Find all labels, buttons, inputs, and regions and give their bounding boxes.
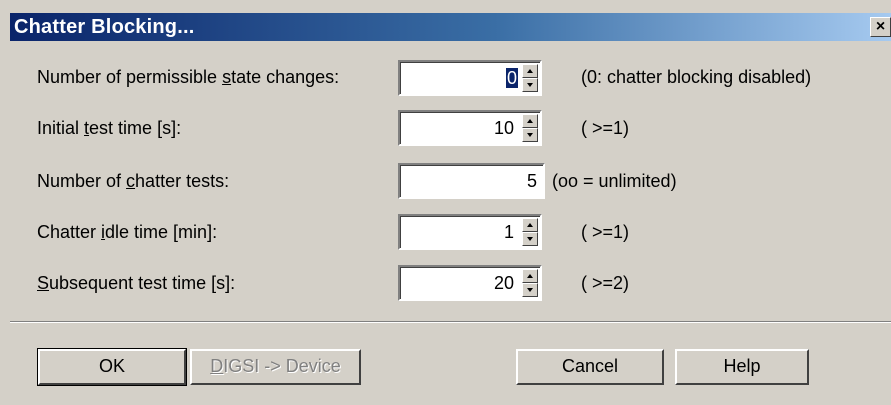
chatter-blocking-dialog: Chatter Blocking... × Number of permissi… (0, 0, 891, 405)
spin-down-icon[interactable] (522, 78, 538, 92)
spin-up-icon[interactable] (522, 269, 538, 283)
permissible-state-changes-value: 0 (505, 68, 518, 88)
cancel-button[interactable]: Cancel (516, 349, 664, 385)
number-of-chatter-tests-field[interactable]: 5 (398, 163, 545, 199)
number-of-chatter-tests-hint: (oo = unlimited) (552, 171, 677, 191)
spin-down-icon[interactable] (522, 128, 538, 142)
ok-button[interactable]: OK (37, 348, 187, 386)
number-of-chatter-tests-value: 5 (526, 171, 537, 191)
initial-test-time-value: 10 (493, 118, 514, 138)
label-permissible-state-changes: Number of permissible state changes: (37, 67, 340, 87)
spin-up-icon[interactable] (522, 64, 538, 78)
subsequent-test-time-spinner[interactable] (522, 269, 538, 297)
label-initial-test-time: Initial test time [s]: (37, 118, 182, 138)
chatter-idle-time-spinner[interactable] (522, 218, 538, 246)
chatter-idle-time-value: 1 (503, 222, 514, 242)
chatter-idle-time-hint: ( >=1) (581, 222, 630, 242)
spin-down-icon[interactable] (522, 232, 538, 246)
subsequent-test-time-field[interactable]: 20 (398, 265, 542, 301)
subsequent-test-time-hint: ( >=2) (581, 273, 630, 293)
title-bar[interactable]: Chatter Blocking... × (10, 13, 891, 41)
close-icon[interactable]: × (870, 17, 891, 37)
label-subsequent-test-time: Subsequent test time [s]: (37, 273, 236, 293)
spin-up-icon[interactable] (522, 114, 538, 128)
initial-test-time-spinner[interactable] (522, 114, 538, 142)
help-button[interactable]: Help (675, 349, 809, 385)
separator (10, 321, 891, 323)
subsequent-test-time-value: 20 (493, 273, 514, 293)
dialog-title: Chatter Blocking... (14, 16, 195, 38)
label-chatter-idle-time: Chatter idle time [min]: (37, 222, 218, 242)
initial-test-time-hint: ( >=1) (581, 118, 630, 138)
digsi-to-device-button[interactable]: DIGSI -> Device (190, 349, 361, 385)
chatter-idle-time-field[interactable]: 1 (398, 214, 542, 250)
spin-up-icon[interactable] (522, 218, 538, 232)
spin-down-icon[interactable] (522, 283, 538, 297)
permissible-state-changes-spinner[interactable] (522, 64, 538, 92)
initial-test-time-field[interactable]: 10 (398, 110, 542, 146)
permissible-state-changes-hint: (0: chatter blocking disabled) (581, 67, 812, 87)
permissible-state-changes-field[interactable]: 0 (398, 60, 542, 96)
label-number-of-chatter-tests: Number of chatter tests: (37, 171, 230, 191)
